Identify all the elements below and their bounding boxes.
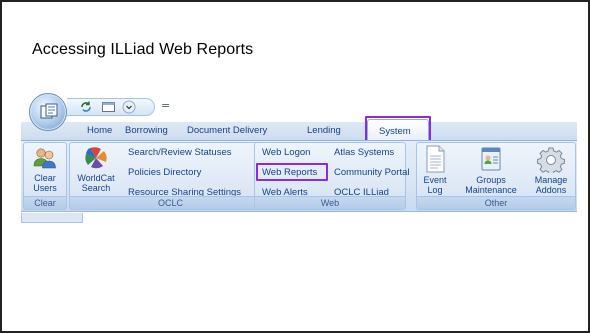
tab-borrowing[interactable]: Borrowing [125, 125, 168, 136]
quick-access-toolbar [67, 98, 155, 116]
event-log-button[interactable]: Event Log [419, 145, 451, 195]
policies-directory-button[interactable]: Policies Directory [128, 167, 201, 178]
manage-addons-button[interactable]: Manage Addons [529, 145, 573, 195]
tab-lending[interactable]: Lending [307, 125, 341, 136]
tab-home[interactable]: Home [87, 125, 112, 136]
web-logon-button[interactable]: Web Logon [262, 147, 310, 158]
groups-maintenance-line1: Groups [476, 175, 506, 185]
manage-addons-line2: Addons [535, 185, 567, 195]
groups-maintenance-button[interactable]: Groups Maintenance [459, 145, 523, 195]
refresh-icon[interactable] [79, 100, 93, 114]
clear-users-line1: Clear [34, 173, 56, 183]
web-reports-highlight [256, 163, 328, 181]
new-window-icon[interactable] [101, 100, 117, 114]
worldcat-icon [85, 147, 107, 169]
group-other-label: Other [417, 196, 575, 209]
slide-title: Accessing ILLiad Web Reports [32, 41, 254, 58]
application-icon [40, 103, 58, 119]
group-oclc: WorldCat Search Search/Review Statuses P… [69, 142, 272, 210]
dropdown-circle-icon[interactable] [121, 100, 137, 114]
illiad-ribbon-screenshot: = Home Borrowing Document Delivery Lendi… [21, 89, 577, 235]
customize-qat-icon[interactable]: = [161, 99, 170, 112]
event-log-icon [426, 145, 445, 173]
event-log-line1: Event [423, 175, 447, 185]
group-other: Event Log Groups Maintenance Manage Addo… [416, 142, 576, 210]
group-oclc-label: OCLC [70, 196, 271, 209]
manage-addons-line1: Manage [534, 175, 568, 185]
worldcat-line1: WorldCat [77, 173, 115, 183]
search-review-statuses-button[interactable]: Search/Review Statuses [128, 147, 232, 158]
group-clear-label: Clear [24, 196, 66, 209]
worldcat-search-button[interactable]: WorldCat Search [72, 145, 120, 193]
worldcat-line2: Search [81, 183, 111, 193]
community-portal-button[interactable]: Community Portal [334, 167, 410, 178]
tab-document-delivery[interactable]: Document Delivery [187, 125, 267, 136]
gear-icon [537, 147, 565, 173]
application-button[interactable] [29, 93, 67, 131]
clear-users-line2: Users [33, 183, 57, 193]
group-clear: Clear Users Clear [23, 142, 67, 210]
event-log-line2: Log [427, 185, 443, 195]
atlas-systems-button[interactable]: Atlas Systems [334, 147, 394, 158]
users-icon [33, 148, 56, 169]
groups-maintenance-icon [481, 147, 501, 171]
clear-users-button[interactable]: Clear Users [26, 145, 64, 193]
ribbon-bottom-edge [21, 213, 83, 223]
groups-maintenance-line2: Maintenance [465, 185, 517, 195]
system-tab-highlight [365, 116, 431, 142]
group-web-label: Web [255, 196, 405, 209]
